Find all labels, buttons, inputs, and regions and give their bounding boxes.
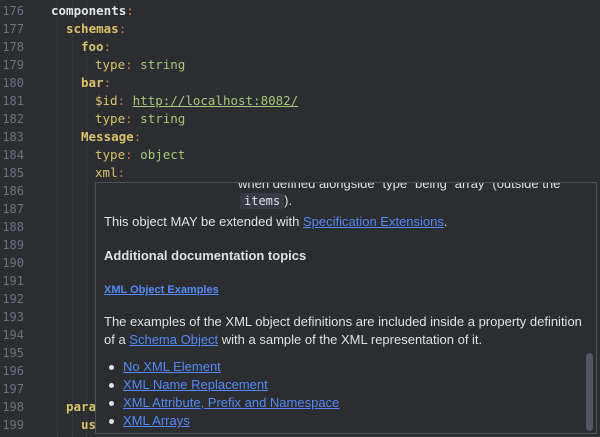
paragraph-text: with a sample of the XML representation … bbox=[218, 332, 483, 347]
code-line[interactable]: type: string bbox=[95, 56, 185, 74]
schema-object-link[interactable]: Schema Object bbox=[129, 332, 218, 347]
yaml-key: foo bbox=[81, 39, 104, 54]
yaml-value: object bbox=[140, 147, 186, 162]
indent-guide bbox=[86, 0, 87, 437]
xml-attribute-prefix-namespace-link[interactable]: XML Attribute, Prefix and Namespace bbox=[123, 394, 339, 412]
extension-note-text: This object MAY be extended with bbox=[104, 214, 303, 229]
line-number: 186 bbox=[2, 184, 24, 198]
line-number: 190 bbox=[2, 256, 24, 270]
line-number: 184 bbox=[2, 148, 24, 162]
line-number: 192 bbox=[2, 292, 24, 306]
yaml-value: string bbox=[140, 57, 186, 72]
yaml-key: $id bbox=[95, 93, 118, 108]
yaml-key: components bbox=[51, 3, 127, 18]
doc-heading: Additional documentation topics bbox=[104, 248, 307, 263]
line-number: 191 bbox=[2, 274, 24, 288]
code-line[interactable]: Message: bbox=[81, 128, 141, 146]
code-line[interactable]: xml: bbox=[95, 164, 125, 182]
line-number: 195 bbox=[2, 346, 24, 360]
yaml-key: bar bbox=[81, 75, 104, 90]
line-number: 188 bbox=[2, 220, 24, 234]
line-number: 176 bbox=[2, 4, 24, 18]
line-number: 187 bbox=[2, 202, 24, 216]
bullet-icon bbox=[109, 365, 114, 370]
yaml-key: type bbox=[95, 111, 126, 126]
bullet-icon bbox=[109, 419, 114, 424]
indent-guide bbox=[57, 0, 58, 437]
line-number: 179 bbox=[2, 58, 24, 72]
documentation-popup[interactable]: when defined alongside `type` being `arr… bbox=[95, 182, 597, 434]
bullet-icon bbox=[109, 401, 114, 406]
xml-object-examples-link[interactable]: XML Object Examples bbox=[104, 281, 219, 299]
extension-note-end: . bbox=[443, 214, 448, 229]
line-number: 178 bbox=[2, 40, 24, 54]
yaml-value: string bbox=[140, 111, 186, 126]
yaml-key: type bbox=[95, 147, 126, 162]
examples-paragraph-line2: of a Schema Object with a sample of the … bbox=[104, 331, 482, 349]
code-line[interactable]: us bbox=[81, 416, 96, 434]
code-line[interactable]: components: bbox=[51, 2, 134, 20]
yaml-key: type bbox=[95, 57, 126, 72]
extension-note: This object MAY be extended with Specifi… bbox=[104, 213, 448, 231]
code-line[interactable]: para bbox=[66, 398, 96, 416]
line-number: 180 bbox=[2, 76, 24, 90]
specification-extensions-link[interactable]: Specification Extensions bbox=[303, 214, 444, 229]
line-number: 193 bbox=[2, 310, 24, 324]
popup-scrollbar[interactable] bbox=[586, 353, 593, 431]
code-line[interactable]: type: object bbox=[95, 146, 185, 164]
yaml-key: Message bbox=[81, 129, 134, 144]
line-number: 183 bbox=[2, 130, 24, 144]
code-chip: items bbox=[240, 193, 285, 209]
code-line[interactable]: schemas: bbox=[66, 20, 126, 38]
line-number: 199 bbox=[2, 418, 24, 432]
line-number: 181 bbox=[2, 94, 24, 108]
bullet-icon bbox=[109, 383, 114, 388]
doc-fragment-items: items). bbox=[240, 193, 293, 209]
doc-fragment-text: when defined alongside `type` being `arr… bbox=[238, 182, 561, 191]
line-number: 177 bbox=[2, 22, 24, 36]
line-number: 194 bbox=[2, 328, 24, 342]
examples-paragraph-line1: The examples of the XML object definitio… bbox=[104, 314, 582, 329]
line-number: 198 bbox=[2, 400, 24, 414]
no-xml-element-link[interactable]: No XML Element bbox=[123, 358, 221, 376]
yaml-key: us bbox=[81, 417, 97, 432]
xml-arrays-link[interactable]: XML Arrays bbox=[123, 412, 190, 430]
url-link[interactable]: http://localhost:8082/ bbox=[133, 93, 299, 108]
code-line[interactable]: type: string bbox=[95, 110, 185, 128]
code-line[interactable]: bar: bbox=[81, 74, 111, 92]
doc-fragment-end: ). bbox=[284, 193, 293, 208]
line-number: 182 bbox=[2, 112, 24, 126]
line-number: 197 bbox=[2, 382, 24, 396]
paragraph-text: of a bbox=[104, 332, 130, 347]
line-number-gutter: 176 177 178 179 180 181 182 183 184 185 … bbox=[0, 0, 38, 437]
code-line[interactable]: foo: bbox=[81, 38, 111, 56]
line-number: 196 bbox=[2, 364, 24, 378]
line-number: 189 bbox=[2, 238, 24, 252]
indent-guide bbox=[72, 0, 73, 437]
code-line[interactable]: $id: http://localhost:8082/ bbox=[95, 92, 298, 110]
yaml-key: xml bbox=[95, 165, 118, 180]
line-number: 185 bbox=[2, 166, 24, 180]
xml-name-replacement-link[interactable]: XML Name Replacement bbox=[123, 376, 268, 394]
yaml-key: para bbox=[66, 399, 97, 414]
yaml-key: schemas bbox=[66, 21, 119, 36]
